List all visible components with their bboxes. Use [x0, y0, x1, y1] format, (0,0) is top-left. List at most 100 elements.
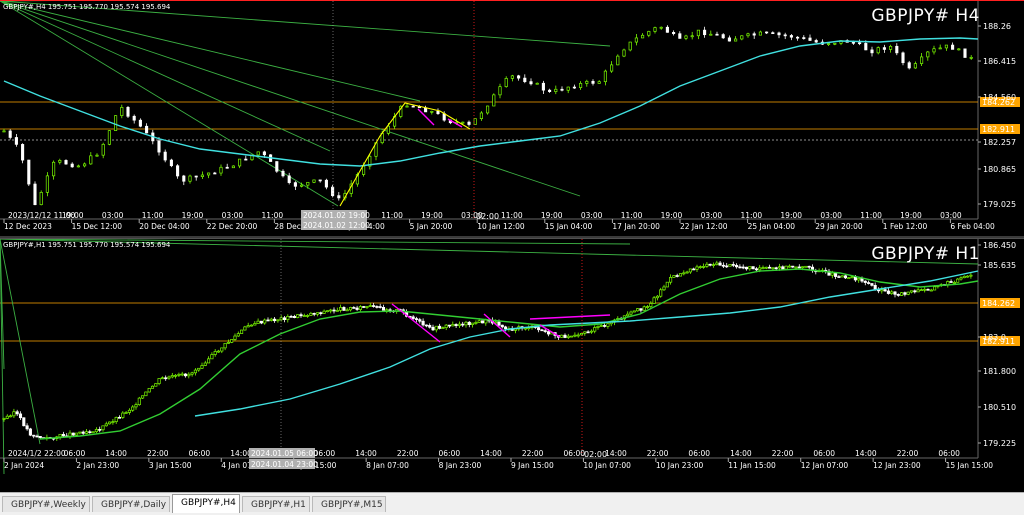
candle-body	[593, 327, 597, 332]
candle-body	[372, 305, 376, 307]
candle-body	[634, 37, 638, 43]
candle-body	[240, 329, 244, 334]
tab-gbpjpy-h1[interactable]: GBPJPY#,H1	[242, 496, 310, 512]
candle-body	[596, 325, 600, 328]
candle-body	[182, 175, 186, 182]
h4-symbol-info: GBPJPY#,H4 195.751 195.770 195.574 195.6…	[3, 3, 171, 11]
candle-body	[262, 151, 266, 156]
time-tick-label: 12 Jan 23:00	[873, 461, 921, 470]
candle-body	[919, 289, 923, 292]
candle-body	[678, 33, 682, 39]
candle-body	[348, 307, 353, 311]
candle-body	[259, 320, 263, 324]
candle-body	[523, 77, 527, 82]
h1-chart-pane[interactable]: 184.262 182.911 186.450 185.635 183.0 181.800…	[0, 238, 1024, 476]
candle-body	[441, 327, 445, 329]
hour-tick-label: 19:00	[62, 211, 84, 220]
candle-body	[226, 342, 230, 344]
candle-body	[438, 325, 442, 329]
tab-gbpjpy-h4[interactable]: GBPJPY#,H4	[172, 494, 240, 513]
candle-body	[282, 317, 287, 321]
crosshair-time-label: 2024.01.05 06:00	[251, 449, 318, 458]
tab-gbpjpy-daily[interactable]: GBPJPY#,Daily	[92, 496, 170, 512]
candle-body	[566, 86, 570, 91]
tab-gbpjpy-m15[interactable]: GBPJPY#,M15	[312, 496, 386, 512]
candle-body	[907, 62, 911, 69]
candle-body	[306, 315, 310, 317]
time-tick-label: 12 Jan 07:00	[801, 461, 849, 470]
candle-body	[365, 306, 369, 308]
h4-chart-canvas[interactable]: 184.262182.911188.26186.415184.560182.25…	[0, 1, 1024, 237]
candle-body	[969, 57, 973, 59]
candle-body	[219, 166, 223, 174]
moving-average-line	[194, 270, 979, 417]
tab-gbpjpy-weekly[interactable]: GBPJPY#,Weekly	[2, 496, 90, 512]
candle-body	[579, 333, 584, 336]
candle-body	[144, 391, 148, 397]
candle-body	[880, 289, 884, 292]
candle-body	[913, 63, 917, 69]
hour-tick-label: 11:00	[262, 211, 284, 220]
chart-bottom-strip	[0, 475, 1024, 492]
candle-body	[124, 412, 128, 414]
h1-chart-canvas[interactable]: 184.262182.911186.450185.635183.0181.800…	[0, 239, 1024, 476]
trend-channel-line	[0, 239, 41, 445]
candle-body	[870, 49, 874, 54]
candle-body	[91, 431, 95, 434]
candle-body	[70, 163, 74, 168]
candle-body	[896, 293, 900, 296]
candle-body	[957, 48, 961, 51]
candle-body	[210, 354, 214, 360]
candle-body	[497, 321, 501, 326]
candle-body	[58, 160, 62, 163]
candle-body	[761, 267, 765, 269]
hour-tick-label: 03:00	[102, 211, 124, 220]
candle-body	[830, 272, 834, 276]
time-tick-label: 5 Jan 20:00	[410, 222, 453, 231]
candle-body	[444, 324, 448, 328]
time-tick-label: 10 Jan 23:00	[656, 461, 704, 470]
h4-chart-pane[interactable]: 184.262 182.911 188.26 186.415 184.560 182.25…	[0, 0, 1024, 238]
price-tick-label: 186.450	[983, 241, 1016, 250]
hour-tick-label: 11:00	[860, 211, 882, 220]
candle-body	[230, 339, 234, 343]
time-tick-label: 15 Jan 15:00	[946, 461, 994, 470]
candle-body	[890, 291, 894, 294]
candle-body	[665, 281, 669, 288]
candle-body	[132, 115, 136, 121]
candle-body	[889, 45, 893, 50]
candle-body	[160, 377, 164, 380]
candle-body	[5, 415, 9, 419]
candle-body	[436, 110, 440, 115]
candle-body	[711, 264, 716, 266]
candle-body	[705, 263, 709, 267]
hour-tick-label: 03:00	[581, 211, 603, 220]
candle-body	[89, 155, 93, 165]
candle-body	[758, 267, 762, 271]
hour-tick-label: 03:00	[222, 211, 244, 220]
candle-body	[597, 81, 601, 84]
candle-body	[585, 80, 589, 84]
candle-body	[302, 315, 306, 317]
candle-body	[368, 305, 372, 307]
candle-body	[332, 309, 336, 312]
candle-body	[610, 64, 614, 72]
candle-body	[299, 314, 303, 317]
candle-body	[603, 70, 607, 83]
candle-body	[789, 35, 793, 38]
candle-body	[783, 34, 787, 37]
candle-body	[293, 182, 297, 187]
candle-body	[929, 289, 933, 292]
candle-body	[249, 324, 254, 327]
candle-body	[324, 179, 328, 188]
candle-body	[748, 266, 752, 270]
candle-body	[659, 26, 663, 29]
candle-body	[906, 291, 910, 295]
candle-body	[591, 80, 595, 84]
candle-body	[529, 81, 533, 85]
hour-tick-label: 19:00	[900, 211, 922, 220]
candle-body	[318, 179, 322, 182]
candle-body	[543, 330, 547, 332]
pattern-marker-line	[391, 303, 441, 343]
candle-body	[794, 266, 798, 269]
